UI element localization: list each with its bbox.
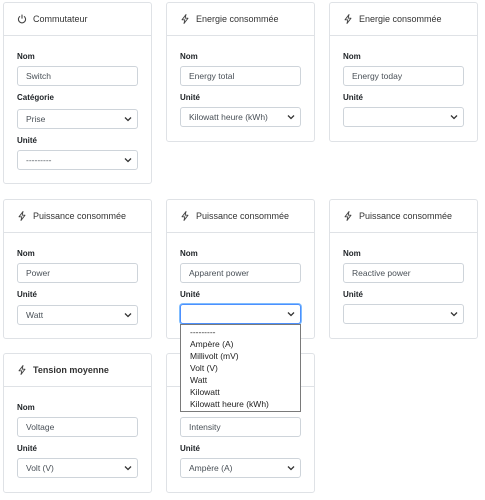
card-energie-total: Energie consommée Nom Energy total Unité…: [166, 2, 315, 142]
lightning-icon: [343, 13, 353, 25]
nom-label: Nom: [180, 52, 198, 61]
card-energie-today: Energie consommée Nom Energy today Unité: [329, 2, 478, 142]
unite-select[interactable]: Volt (V): [17, 458, 138, 478]
chevron-down-icon: [124, 117, 132, 122]
nom-label: Nom: [17, 52, 35, 61]
dropdown-option[interactable]: Volt (V): [181, 362, 300, 374]
unite-label: Unité: [343, 93, 363, 102]
nom-label: Nom: [343, 249, 361, 258]
chevron-down-icon: [287, 115, 295, 120]
nom-label: Nom: [17, 249, 35, 258]
categorie-label: Catégorie: [17, 93, 54, 102]
unite-dropdown-list: --------- Ampère (A) Millivolt (mV) Volt…: [180, 324, 301, 412]
unite-value: Kilowatt heure (kWh): [189, 112, 268, 122]
nom-input[interactable]: Energy total: [180, 66, 301, 86]
chevron-down-icon: [287, 466, 295, 471]
power-icon: [17, 13, 27, 25]
unite-value: Ampère (A): [189, 463, 233, 473]
unite-value: ---------: [26, 155, 52, 165]
lightning-icon: [343, 210, 353, 222]
card-header: Puissance consommée: [167, 200, 314, 233]
card-header: Energie consommée: [167, 3, 314, 36]
chevron-down-icon: [124, 313, 132, 318]
chevron-down-icon: [287, 312, 295, 317]
unite-value: Volt (V): [26, 463, 54, 473]
lightning-icon: [180, 210, 190, 222]
dropdown-option[interactable]: Millivolt (mV): [181, 350, 300, 362]
card-tension-moyenne: Tension moyenne Nom Voltage Unité Volt (…: [3, 353, 152, 493]
nom-label: Nom: [343, 52, 361, 61]
unite-label: Unité: [17, 136, 37, 145]
unite-select[interactable]: ---------: [17, 150, 138, 170]
card-title: Energie consommée: [359, 14, 442, 24]
dropdown-option[interactable]: Kilowatt: [181, 386, 300, 398]
chevron-down-icon: [450, 115, 458, 120]
card-title: Puissance consommée: [33, 211, 127, 221]
card-title: Energie consommée: [196, 14, 279, 24]
unite-label: Unité: [343, 290, 363, 299]
card-title: Commutateur: [33, 14, 88, 24]
dropdown-option[interactable]: Watt: [181, 374, 300, 386]
unite-select[interactable]: Kilowatt heure (kWh): [180, 107, 301, 127]
unite-label: Unité: [180, 93, 200, 102]
unite-label: Unité: [180, 290, 200, 299]
lightning-icon: [180, 13, 190, 25]
nom-input[interactable]: Reactive power: [343, 263, 464, 283]
card-title: Puissance consommée: [196, 211, 290, 221]
card-header: Energie consommée: [330, 3, 477, 36]
unite-label: Unité: [17, 290, 37, 299]
card-header: Tension moyenne: [4, 354, 151, 387]
card-header: Puissance consommée: [4, 200, 151, 233]
unite-label: Unité: [17, 444, 37, 453]
dropdown-option[interactable]: Kilowatt heure (kWh): [181, 398, 300, 410]
unite-select[interactable]: [180, 304, 301, 324]
chevron-down-icon: [124, 466, 132, 471]
card-header: Puissance consommée: [330, 200, 477, 233]
nom-label: Nom: [180, 249, 198, 258]
unite-value: Watt: [26, 310, 44, 320]
unite-select[interactable]: [343, 107, 464, 127]
card-header: Commutateur: [4, 3, 151, 36]
unite-select[interactable]: Watt: [17, 305, 138, 325]
nom-input[interactable]: Voltage: [17, 417, 138, 437]
dropdown-option[interactable]: ---------: [181, 326, 300, 338]
unite-select[interactable]: [343, 304, 464, 324]
categorie-value: Prise: [26, 114, 46, 124]
unite-label: Unité: [180, 444, 200, 453]
nom-input[interactable]: Apparent power: [180, 263, 301, 283]
card-commutateur: Commutateur Nom Switch Catégorie Prise U…: [3, 2, 152, 184]
nom-input[interactable]: Energy today: [343, 66, 464, 86]
card-puissance-apparent: Puissance consommée Nom Apparent power U…: [166, 199, 315, 339]
unite-select[interactable]: Ampère (A): [180, 458, 301, 478]
nom-input[interactable]: Intensity: [180, 417, 301, 437]
categorie-select[interactable]: Prise: [17, 109, 138, 129]
lightning-icon: [17, 210, 27, 222]
chevron-down-icon: [450, 312, 458, 317]
card-puissance-reactive: Puissance consommée Nom Reactive power U…: [329, 199, 478, 339]
card-puissance-power: Puissance consommée Nom Power Unité Watt: [3, 199, 152, 339]
chevron-down-icon: [124, 158, 132, 163]
nom-input[interactable]: Switch: [17, 66, 138, 86]
lightning-icon: [17, 364, 27, 376]
dropdown-option[interactable]: Ampère (A): [181, 338, 300, 350]
nom-input[interactable]: Power: [17, 263, 138, 283]
card-title: Tension moyenne: [33, 365, 109, 375]
nom-label: Nom: [17, 403, 35, 412]
card-title: Puissance consommée: [359, 211, 453, 221]
